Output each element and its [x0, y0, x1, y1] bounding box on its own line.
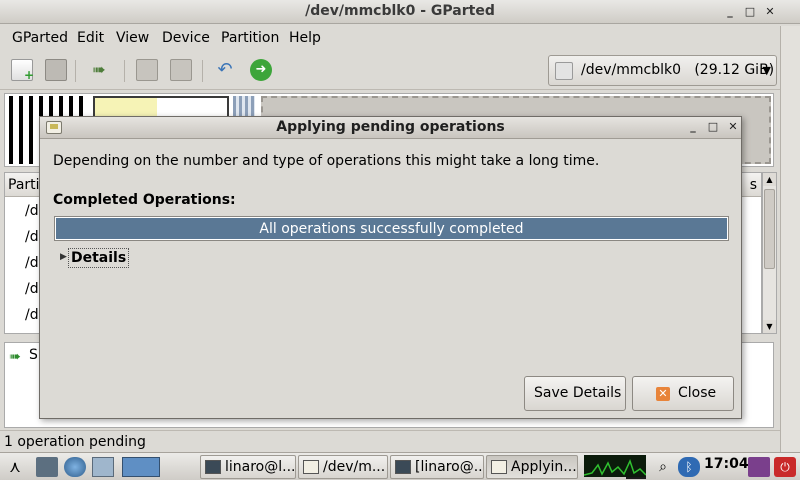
- toolbar-separator: [202, 60, 203, 82]
- close-button-label: Close: [678, 385, 717, 401]
- device-selector[interactable]: /dev/mmcblk0 (29.12 GiB) ▼: [548, 55, 777, 86]
- gparted-icon: [491, 460, 507, 474]
- task-label: /dev/m...: [323, 459, 386, 475]
- scroll-down-icon[interactable]: ▼: [763, 320, 776, 333]
- close-button[interactable]: ✕ Close: [632, 376, 734, 411]
- completed-operations-label: Completed Operations:: [53, 192, 236, 208]
- expander-triangle-icon[interactable]: ▶: [60, 252, 67, 262]
- menu-edit[interactable]: Edit: [77, 30, 104, 46]
- close-icon[interactable]: ✕: [726, 120, 740, 134]
- menu-device[interactable]: Device: [162, 30, 210, 46]
- task-label: linaro@l...: [225, 459, 296, 475]
- task-label: Applyin...: [511, 459, 577, 475]
- taskbar: ⋏ linaro@l... /dev/m... [linaro@... Appl…: [0, 452, 800, 480]
- minimize-icon[interactable]: _: [723, 5, 737, 19]
- close-icon: ✕: [656, 387, 670, 401]
- bluetooth-icon[interactable]: ᛒ: [678, 457, 700, 477]
- task-applying[interactable]: Applyin...: [486, 455, 578, 479]
- status-bar: 1 operation pending: [0, 430, 780, 452]
- close-icon[interactable]: ✕: [763, 5, 777, 19]
- task-terminal[interactable]: linaro@l...: [200, 455, 296, 479]
- window-edge: [780, 26, 800, 452]
- task-gparted[interactable]: /dev/m...: [298, 455, 388, 479]
- terminal-icon: [395, 460, 411, 474]
- toolbar-separator: [75, 60, 76, 82]
- gparted-icon: [303, 460, 319, 474]
- scrollbar[interactable]: ▲ ▼: [762, 172, 777, 334]
- file-manager-icon[interactable]: [36, 457, 58, 477]
- desktop-icon[interactable]: [92, 457, 114, 477]
- arrow-icon: ➠: [9, 349, 21, 365]
- scroll-thumb[interactable]: [764, 189, 775, 269]
- cpu-graph: [583, 455, 647, 477]
- lock-screen-icon[interactable]: [748, 457, 770, 477]
- delete-icon[interactable]: [45, 59, 67, 81]
- maximize-icon[interactable]: □: [743, 5, 757, 19]
- resize-move-icon[interactable]: ➠: [88, 59, 110, 81]
- apply-all-icon[interactable]: ➜: [250, 59, 272, 81]
- window-titlebar: /dev/mmcblk0 - GParted _ □ ✕: [0, 0, 800, 24]
- apply-dialog: Applying pending operations _ □ ✕ Depend…: [39, 116, 742, 419]
- menu-help[interactable]: Help: [289, 30, 321, 46]
- chevron-down-icon: ▼: [762, 64, 771, 77]
- menu-view[interactable]: View: [116, 30, 149, 46]
- window-title: /dev/mmcblk0 - GParted: [305, 3, 495, 19]
- workspace-icon[interactable]: [122, 457, 160, 477]
- column-header-flags[interactable]: s: [750, 177, 757, 193]
- copy-icon[interactable]: [136, 59, 158, 81]
- clock: 17:04: [704, 456, 749, 472]
- maximize-icon[interactable]: □: [706, 120, 720, 134]
- dialog-title: Applying pending operations: [276, 119, 505, 135]
- paste-icon[interactable]: [170, 59, 192, 81]
- details-label[interactable]: Details: [68, 248, 130, 268]
- minimize-icon[interactable]: _: [686, 120, 700, 134]
- undo-icon[interactable]: ↶: [214, 59, 236, 81]
- browser-icon[interactable]: [64, 457, 86, 477]
- new-icon[interactable]: +: [11, 59, 34, 82]
- dialog-message: Depending on the number and type of oper…: [53, 153, 600, 169]
- task-label: [linaro@...: [415, 459, 484, 475]
- task-terminal-2[interactable]: [linaro@...: [390, 455, 484, 479]
- menu-partition[interactable]: Partition: [221, 30, 279, 46]
- power-icon[interactable]: ⏻: [774, 457, 796, 477]
- progress-text: All operations successfully completed: [259, 221, 524, 237]
- menu-bar: GParted Edit View Device Partition Help: [0, 26, 780, 50]
- progress-bar: All operations successfully completed: [54, 216, 729, 241]
- cpu-graph-svg: [583, 458, 647, 476]
- save-details-label: Save Details: [534, 385, 622, 401]
- scroll-up-icon[interactable]: ▲: [763, 173, 776, 186]
- save-details-button[interactable]: Save Details: [524, 376, 626, 411]
- search-icon[interactable]: ⌕: [652, 457, 674, 477]
- toolbar-separator: [124, 60, 125, 82]
- status-text: 1 operation pending: [4, 434, 146, 450]
- start-menu-icon[interactable]: ⋏: [4, 457, 26, 477]
- dialog-titlebar: Applying pending operations _ □ ✕: [40, 117, 741, 139]
- device-label: /dev/mmcblk0 (29.12 GiB): [581, 62, 775, 78]
- menu-gparted[interactable]: GParted: [12, 30, 68, 46]
- disk-icon: [555, 62, 573, 80]
- terminal-icon: [205, 460, 221, 474]
